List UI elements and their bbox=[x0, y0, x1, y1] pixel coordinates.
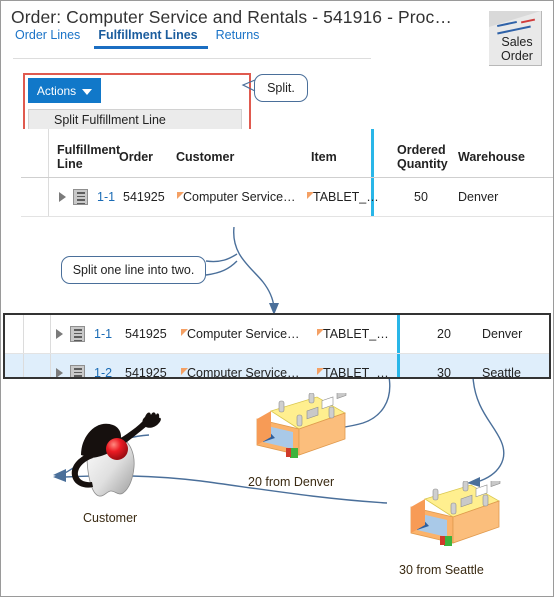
callout-split: Split. bbox=[254, 74, 308, 102]
column-divider bbox=[50, 315, 51, 353]
tab-returns[interactable]: Returns bbox=[214, 28, 274, 49]
column-header-customer[interactable]: Customer bbox=[176, 150, 234, 164]
row-detail-icon[interactable] bbox=[70, 326, 85, 342]
column-divider bbox=[50, 354, 51, 377]
tab-order-lines[interactable]: Order Lines bbox=[13, 28, 94, 49]
row-expand-icon[interactable] bbox=[56, 368, 63, 377]
stamp-label-line1: Sales bbox=[501, 35, 533, 49]
callout-split-one-line: Split one line into two. bbox=[61, 256, 206, 284]
cell-customer: Computer Service… bbox=[187, 366, 300, 379]
column-header-fulfillment-line[interactable]: Fulfillment Line bbox=[57, 143, 127, 171]
cell-customer: Computer Service… bbox=[187, 327, 300, 341]
frozen-column-divider bbox=[371, 129, 374, 177]
cell-order: 541925 bbox=[125, 327, 167, 341]
column-divider bbox=[23, 315, 24, 353]
cell-fulfillment-line[interactable]: 1-1 bbox=[94, 327, 112, 341]
tab-bar: Order Lines Fulfillment Lines Returns bbox=[13, 28, 273, 49]
table-row[interactable]: 1-1 541925 Computer Service… TABLET_… 50… bbox=[21, 178, 553, 217]
fulfillment-lines-table-after: 1-1 541925 Computer Service… TABLET_… 20… bbox=[3, 313, 551, 379]
cell-item: TABLET_… bbox=[323, 366, 389, 379]
cell-warehouse: Denver bbox=[458, 190, 499, 204]
row-detail-icon[interactable] bbox=[70, 365, 85, 377]
callout-split-tail bbox=[241, 79, 256, 92]
stamp-label-line2: Order bbox=[501, 49, 533, 63]
fulfillment-lines-table-before: Fulfillment Line Order Customer Item Ord… bbox=[21, 129, 553, 228]
column-header-warehouse[interactable]: Warehouse bbox=[458, 150, 525, 164]
customer-figure-icon bbox=[71, 412, 161, 497]
order-page-screenshot: Order: Computer Service and Rentals - 54… bbox=[1, 1, 553, 229]
warehouse-seattle-icon bbox=[410, 481, 501, 546]
cell-ordered-quantity: 30 bbox=[437, 366, 451, 379]
frozen-column-divider bbox=[397, 354, 400, 377]
cell-item: TABLET_… bbox=[313, 190, 379, 204]
highlight-box-actions bbox=[23, 73, 251, 131]
cell-order: 541925 bbox=[123, 190, 165, 204]
frozen-column-divider bbox=[397, 315, 400, 353]
table-row[interactable]: 1-2 541925 Computer Service… TABLET_… 30… bbox=[5, 354, 549, 379]
row-detail-icon[interactable] bbox=[73, 189, 88, 205]
warehouse-denver-icon bbox=[256, 393, 347, 458]
warehouse-denver-label: 20 from Denver bbox=[248, 475, 335, 489]
cell-ordered-quantity: 20 bbox=[437, 327, 451, 341]
customer-label: Customer bbox=[83, 511, 138, 525]
warehouse-seattle-label: 30 from Seattle bbox=[399, 563, 484, 577]
row-expand-icon[interactable] bbox=[59, 192, 66, 202]
cell-warehouse: Seattle bbox=[482, 366, 521, 379]
table-row[interactable]: 1-1 541925 Computer Service… TABLET_… 20… bbox=[5, 315, 549, 354]
cell-ordered-quantity: 50 bbox=[414, 190, 428, 204]
fulfillment-flow-diagram: Customer 20 from Denver 30 from Seattle bbox=[1, 379, 553, 596]
page-title: Order: Computer Service and Rentals - 54… bbox=[11, 7, 452, 27]
column-divider bbox=[48, 129, 49, 177]
sales-order-stamp: Sales Order bbox=[481, 3, 547, 69]
cell-fulfillment-line[interactable]: 1-1 bbox=[97, 190, 115, 204]
column-header-order[interactable]: Order bbox=[119, 150, 153, 164]
row-expand-icon[interactable] bbox=[56, 329, 63, 339]
cell-customer: Computer Service… bbox=[183, 190, 296, 204]
cell-warehouse: Denver bbox=[482, 327, 523, 341]
screenshot-root: Order: Computer Service and Rentals - 54… bbox=[0, 0, 554, 597]
table-header-row: Fulfillment Line Order Customer Item Ord… bbox=[21, 129, 553, 178]
column-divider bbox=[48, 178, 49, 216]
cell-order: 541925 bbox=[125, 366, 167, 379]
tab-fulfillment-lines[interactable]: Fulfillment Lines bbox=[94, 28, 213, 49]
cell-item: TABLET_… bbox=[323, 327, 389, 341]
column-header-item[interactable]: Item bbox=[311, 150, 337, 164]
cell-fulfillment-line[interactable]: 1-2 bbox=[94, 366, 112, 377]
column-header-ordered-quantity[interactable]: Ordered Quantity bbox=[397, 143, 449, 171]
tab-bar-divider bbox=[13, 58, 371, 59]
column-divider bbox=[23, 354, 24, 377]
